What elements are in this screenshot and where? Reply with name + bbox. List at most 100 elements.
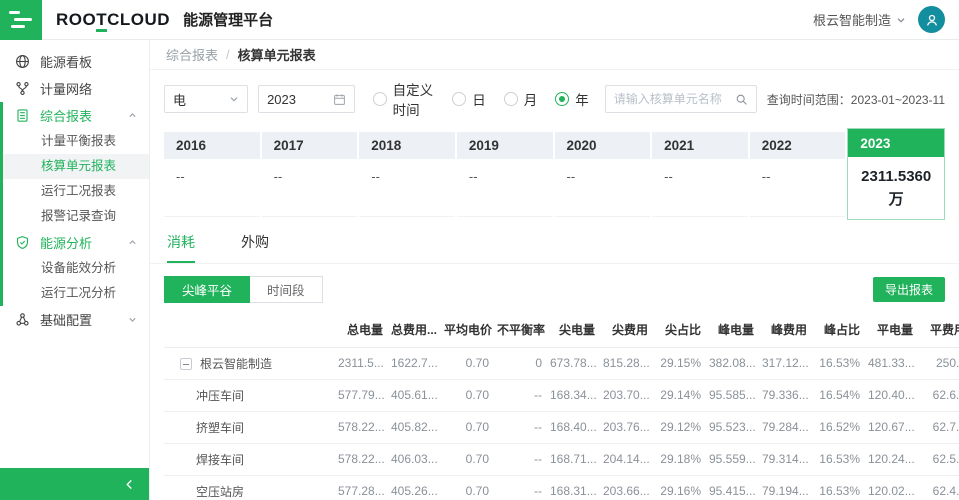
year-card-value: -- <box>359 159 455 217</box>
cell: 16.53% <box>811 443 864 475</box>
avatar[interactable] <box>918 6 945 33</box>
tab-0[interactable]: 消耗 <box>167 232 195 263</box>
column-header: 总费用... <box>387 313 440 347</box>
year-card-label: 2016 <box>164 132 260 159</box>
column-header: 平电量 <box>864 313 917 347</box>
chevron-up-icon <box>128 238 137 247</box>
search-icon[interactable] <box>735 93 748 106</box>
cell: 578.22... <box>334 411 387 443</box>
sidebar-subitem[interactable]: 运行工况分析 <box>0 281 149 306</box>
year-unit: 万 <box>852 188 940 211</box>
energy-type-value: 电 <box>173 90 186 109</box>
cell: 168.31... <box>546 475 599 500</box>
year-card-2017[interactable]: 2017-- <box>262 132 358 217</box>
rootcloud-logo[interactable] <box>0 0 42 40</box>
brand-wordmark: ROOTCLOUD <box>56 10 170 30</box>
radio-option-0[interactable]: 自定义时间 <box>373 79 435 119</box>
cell: 317.12... <box>758 347 811 379</box>
cell: 16.53% <box>811 347 864 379</box>
sidebar-group: 能源分析设备能效分析运行工况分析 <box>0 229 149 306</box>
header-right: 根云智能制造 <box>813 6 959 33</box>
cell: 29.16% <box>652 475 705 500</box>
sidebar-group: 计量网络 <box>0 75 149 102</box>
breadcrumb-parent[interactable]: 综合报表 <box>166 45 218 64</box>
radio-option-1[interactable]: 日 <box>452 89 486 109</box>
sidebar-item-3[interactable]: 能源分析 <box>0 229 149 256</box>
tenant-dropdown[interactable]: 根云智能制造 <box>813 10 906 29</box>
table-body: 根云智能制造2311.5...1622.7...0.700673.78...81… <box>164 347 959 500</box>
search-input[interactable] <box>614 92 735 106</box>
sidebar-item-0[interactable]: 能源看板 <box>0 48 149 75</box>
sidebar-subitem[interactable]: 计量平衡报表 <box>0 129 149 154</box>
radio-icon <box>452 92 466 106</box>
column-header: 总电量 <box>334 313 387 347</box>
sidebar-subitem[interactable]: 报警记录查询 <box>0 204 149 229</box>
table-row: 焊接车间578.22...406.03...0.70--168.71...204… <box>164 443 959 475</box>
time-granularity-radios: 自定义时间 日 月年 <box>373 79 589 119</box>
column-header: 尖费用 <box>599 313 652 347</box>
cell: 79.284... <box>758 411 811 443</box>
shield-icon <box>15 235 30 250</box>
cell: 0.70 <box>440 443 493 475</box>
view-toggle-0[interactable]: 尖峰平谷 <box>164 276 250 303</box>
year-card-label: 2023 <box>848 129 944 157</box>
table-row: 挤塑车间578.22...405.82...0.70--168.40...203… <box>164 411 959 443</box>
cell: 0.70 <box>440 475 493 500</box>
radio-label: 月 <box>524 89 538 109</box>
collapse-expander-icon[interactable] <box>180 358 192 370</box>
sidebar-item-label: 基础配置 <box>40 310 92 329</box>
view-toggle-1[interactable]: 时间段 <box>250 276 323 303</box>
sidebar-subitem[interactable]: 运行工况报表 <box>0 179 149 204</box>
globe-icon <box>15 54 30 69</box>
radio-option-2[interactable]: 月 <box>504 89 538 109</box>
logo-bar <box>14 18 32 21</box>
nodes-icon <box>15 312 30 327</box>
sidebar-subitem[interactable]: 设备能效分析 <box>0 256 149 281</box>
year-card-2021[interactable]: 2021-- <box>652 132 748 217</box>
radio-label: 日 <box>472 89 486 109</box>
unit-name: 空压站房 <box>196 485 244 499</box>
cell: 16.53% <box>811 475 864 500</box>
cell: 79.336... <box>758 379 811 411</box>
chevron-down-icon <box>128 315 137 324</box>
year-card-2022[interactable]: 2022 -- <box>750 132 846 217</box>
unit-name: 挤塑车间 <box>196 421 244 435</box>
query-range-value: 2023-01~2023-11 <box>851 93 945 107</box>
sidebar-subitem[interactable]: 核算单元报表 <box>0 154 149 179</box>
energy-type-select[interactable]: 电 <box>164 85 248 113</box>
year-card-2016[interactable]: 2016-- <box>164 132 260 217</box>
cell: -- <box>493 411 546 443</box>
cell: -- <box>493 379 546 411</box>
chevron-down-icon <box>229 94 239 104</box>
year-card-value: 2311.5360万 <box>848 157 944 219</box>
year-value: -- <box>274 169 346 184</box>
sidebar-item-1[interactable]: 计量网络 <box>0 75 149 102</box>
year-value: -- <box>762 169 834 184</box>
data-table: 总电量总费用...平均电价不平衡率尖电量尖费用尖占比峰电量峰费用峰占比平电量平费… <box>164 313 959 500</box>
year-picker[interactable]: 2023 <box>258 85 355 113</box>
year-card-2019[interactable]: 2019-- <box>457 132 553 217</box>
view-toggle: 尖峰平谷时间段 <box>164 276 323 303</box>
cell: 0 <box>493 347 546 379</box>
cell: 203.76... <box>599 411 652 443</box>
year-card-value: -- <box>555 159 651 217</box>
top-header: ROOTCLOUD 能源管理平台 根云智能制造 <box>0 0 959 40</box>
year-card-2020[interactable]: 2020-- <box>555 132 651 217</box>
sidebar-item-4[interactable]: 基础配置 <box>0 306 149 333</box>
year-card-2018[interactable]: 2018-- <box>359 132 455 217</box>
year-card-2023[interactable]: 20232311.5360万 <box>847 128 945 220</box>
table-header-row: 总电量总费用...平均电价不平衡率尖电量尖费用尖占比峰电量峰费用峰占比平电量平费… <box>164 313 959 347</box>
sidebar-collapse-button[interactable] <box>0 468 149 500</box>
export-report-button[interactable]: 导出报表 <box>873 277 945 302</box>
year-card-value: -- <box>652 159 748 217</box>
year-card-label: 2022 <box>750 132 846 159</box>
year-value: -- <box>469 169 541 184</box>
column-header-name <box>164 313 334 347</box>
cell: 120.40... <box>864 379 917 411</box>
column-header: 峰电量 <box>705 313 758 347</box>
calendar-icon <box>333 93 346 106</box>
tab-1[interactable]: 外购 <box>241 232 269 263</box>
radio-option-3[interactable]: 年 <box>555 89 589 109</box>
sidebar-menu: 能源看板计量网络综合报表计量平衡报表核算单元报表运行工况报表报警记录查询能源分析… <box>0 40 149 333</box>
sidebar-item-2[interactable]: 综合报表 <box>0 102 149 129</box>
